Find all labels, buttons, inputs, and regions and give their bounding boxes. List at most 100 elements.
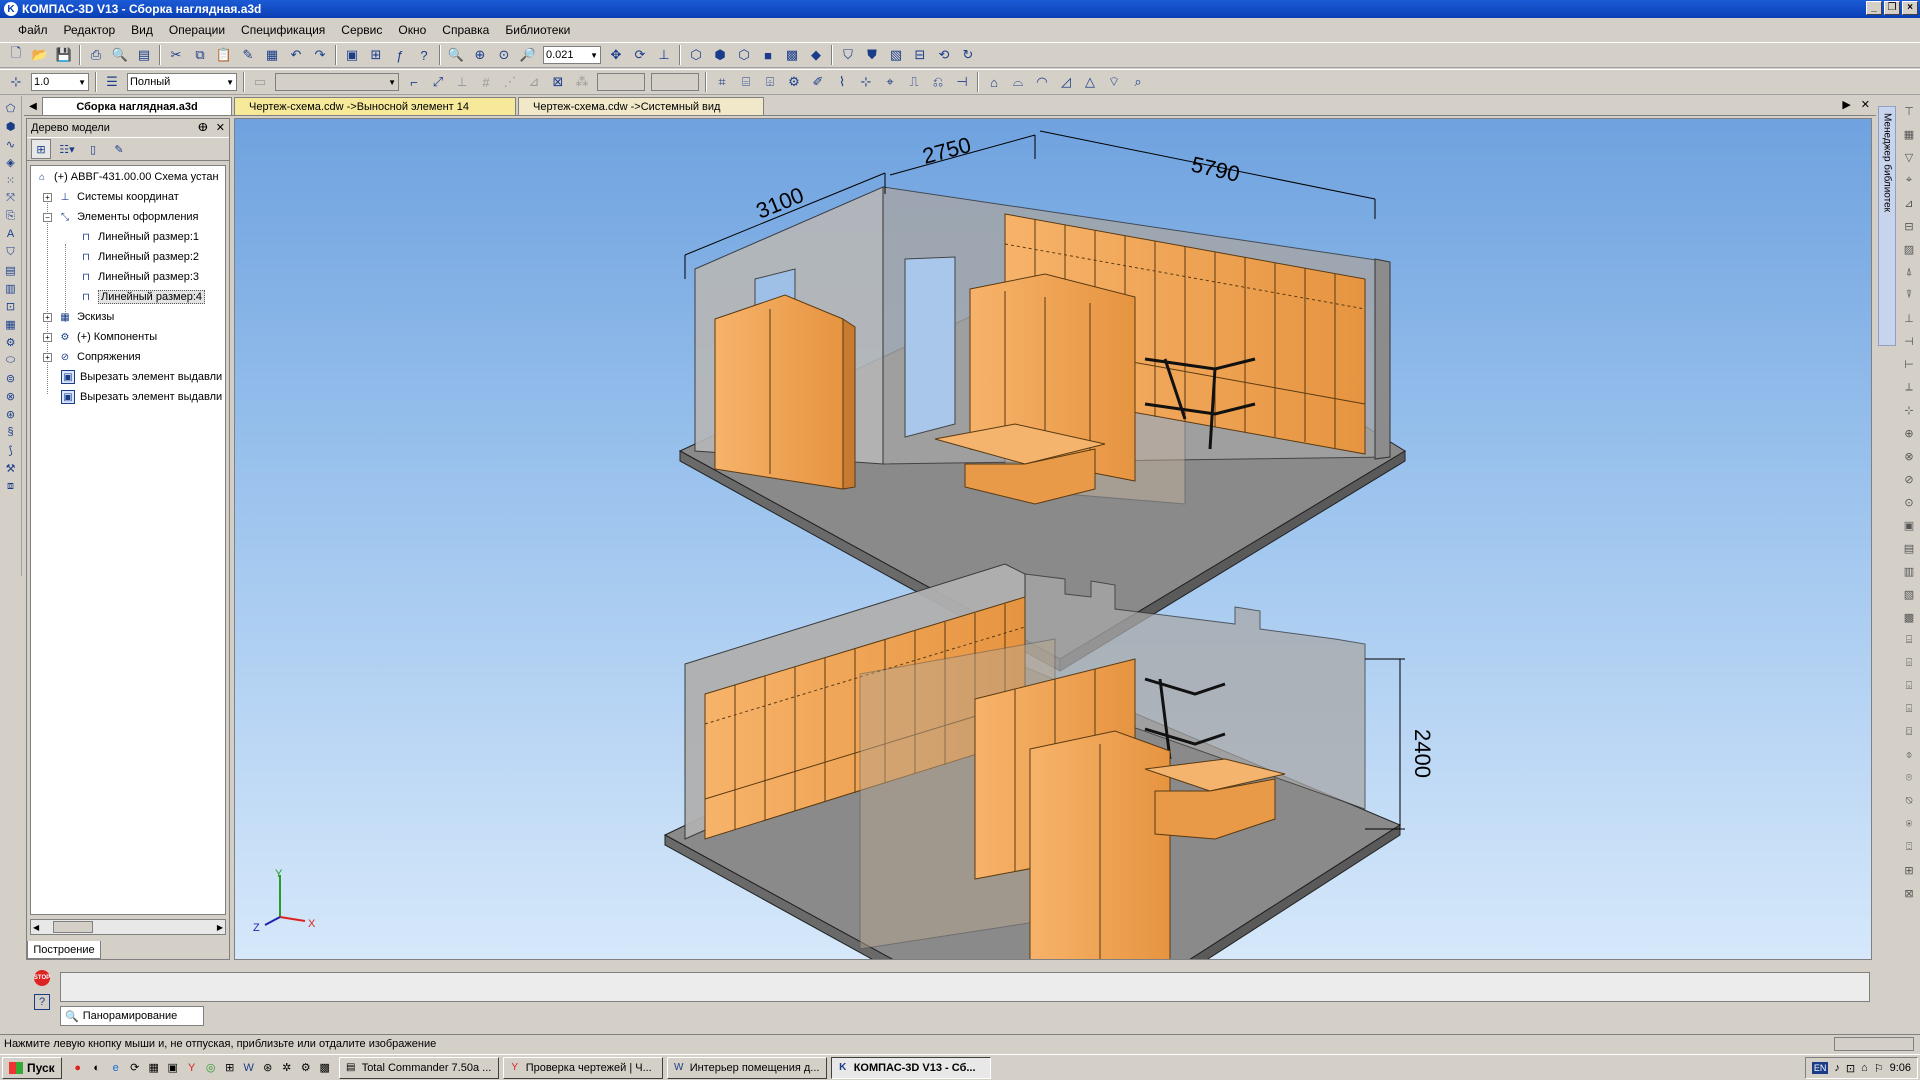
auxiliary-icon[interactable]: ⤧ (2, 190, 20, 206)
rotate-icon[interactable]: ⟳ (629, 44, 651, 66)
yandex-icon[interactable]: Y (184, 1060, 200, 1076)
orientation-icon[interactable]: ⊥ (653, 44, 675, 66)
drawing-tool-10-icon[interactable]: ⎌ (927, 71, 949, 93)
drawing-tool-8-icon[interactable]: ⌖ (879, 71, 901, 93)
right-tool-16-icon[interactable]: ⊗ (1901, 447, 1917, 465)
right-tool-22-icon[interactable]: ▧ (1901, 585, 1917, 603)
menu-window[interactable]: Окно (390, 23, 434, 37)
quick-app-9-icon[interactable]: ⊞ (222, 1060, 238, 1076)
right-tool-17-icon[interactable]: ⊘ (1901, 470, 1917, 488)
surfaces-icon[interactable]: ◈ (2, 154, 20, 170)
assembly-icon[interactable]: ⚙ (2, 334, 20, 350)
right-tool-19-icon[interactable]: ▣ (1901, 516, 1917, 534)
line-style-select[interactable]: Полный ▼ (127, 73, 237, 91)
right-tool-13-icon[interactable]: ⟂ (1901, 378, 1917, 396)
tray-icon-1[interactable]: ♪ (1834, 1062, 1840, 1074)
taskbar-total-commander[interactable]: ▤ Total Commander 7.50a ... (338, 1056, 499, 1079)
sketch-tool-1-icon[interactable]: ⌂ (983, 71, 1005, 93)
language-indicator[interactable]: EN (1811, 1062, 1829, 1074)
tree-item-root[interactable]: ⌂ (+) АВВГ-431.00.00 Схема устан (35, 168, 219, 186)
right-tool-30-icon[interactable]: ⌾ (1901, 769, 1917, 787)
tree-item-mates[interactable]: + ⊘ Сопряжения (43, 348, 141, 366)
expand-plus-icon[interactable]: + (43, 352, 52, 362)
spec-icon[interactable]: ▤ (2, 262, 20, 278)
curves-icon[interactable]: ∿ (2, 136, 20, 152)
annotation-icon[interactable]: A (2, 226, 20, 242)
scroll-left-icon[interactable]: ◀ (33, 923, 39, 932)
quick-app-12-icon[interactable]: ✲ (279, 1060, 295, 1076)
right-tool-8-icon[interactable]: ⍋ (1901, 263, 1917, 281)
tree-item-components[interactable]: + ⚙ (+) Компоненты (43, 328, 157, 346)
select-filter-icon[interactable]: ⛊ (861, 44, 883, 66)
snap-icon[interactable]: ⤢ (427, 71, 449, 93)
right-tool-3-icon[interactable]: ▽ (1901, 148, 1917, 166)
start-button[interactable]: Пуск (2, 1056, 62, 1079)
tree-item-cut-1[interactable]: ▣ Вырезать элемент выдавли (61, 368, 222, 386)
opera-icon[interactable]: ● (70, 1060, 86, 1076)
copy-icon[interactable]: ⧉ (189, 44, 211, 66)
expand-plus-icon[interactable]: + (43, 192, 52, 202)
right-tool-28-icon[interactable]: ⌼ (1901, 723, 1917, 741)
weld-icon[interactable]: ⟆ (2, 442, 20, 458)
hidden-lines-icon[interactable]: ⬢ (709, 44, 731, 66)
right-tool-26-icon[interactable]: ⌺ (1901, 677, 1917, 695)
taskbar-yandex[interactable]: Y Проверка чертежей | Ч... (502, 1056, 663, 1079)
coord-y-field[interactable] (651, 73, 699, 91)
sketch-tool-3-icon[interactable]: ◠ (1031, 71, 1053, 93)
help-icon[interactable]: ? (34, 994, 50, 1010)
right-tool-31-icon[interactable]: ⍉ (1901, 792, 1917, 810)
new-file-icon[interactable]: 🗋 (5, 44, 27, 66)
menu-libraries[interactable]: Библиотеки (497, 23, 578, 37)
close-document-icon[interactable]: ✕ (1861, 98, 1870, 111)
scroll-right-icon[interactable]: ▶ (217, 923, 223, 932)
layers-left-icon[interactable]: ⧈ (2, 478, 20, 494)
drawing-tool-1-icon[interactable]: ⌗ (711, 71, 733, 93)
right-tool-32-icon[interactable]: ⍟ (1901, 815, 1917, 833)
right-tool-11-icon[interactable]: ⊣ (1901, 332, 1917, 350)
zoom-window-icon[interactable]: 🔍 (445, 44, 467, 66)
tree-item-dim-1[interactable]: ⊓ Линейный размер:1 (79, 228, 199, 246)
maximize-button[interactable]: ❐ (1884, 1, 1900, 15)
pin-icon[interactable]: ⴲ (198, 121, 208, 134)
tabs-left-arrow-icon[interactable]: ◀ (24, 97, 42, 115)
tree-edit-icon[interactable]: ✎ (109, 139, 129, 159)
chart-left-icon[interactable]: ▦ (2, 316, 20, 332)
drawing-tool-4-icon[interactable]: ⚙ (783, 71, 805, 93)
close-panel-icon[interactable]: ✕ (216, 121, 225, 134)
tray-icon-4[interactable]: ⚐ (1874, 1062, 1884, 1075)
drawing-tool-2-icon[interactable]: ⌸ (735, 71, 757, 93)
rebuild-icon[interactable]: ⟲ (933, 44, 955, 66)
snap-toggle-icon[interactable]: ⊠ (547, 71, 569, 93)
chrome-icon[interactable]: ◎ (203, 1060, 219, 1076)
right-tool-15-icon[interactable]: ⊕ (1901, 424, 1917, 442)
filter-left-icon[interactable]: ⛉ (2, 244, 20, 260)
right-tool-14-icon[interactable]: ⊹ (1901, 401, 1917, 419)
right-tool-25-icon[interactable]: ⌹ (1901, 654, 1917, 672)
right-tool-1-icon[interactable]: ⊤ (1901, 102, 1917, 120)
quick-app-4-icon[interactable]: ⟳ (127, 1060, 143, 1076)
quick-app-2-icon[interactable]: ◐ (89, 1060, 105, 1076)
menu-file[interactable]: Файл (10, 23, 56, 37)
right-tool-7-icon[interactable]: ▨ (1901, 240, 1917, 258)
zoom-all-icon[interactable]: ⊙ (493, 44, 515, 66)
tab-drawing-system[interactable]: Чертеж-схема.cdw ->Системный вид (518, 97, 764, 115)
perspective-icon[interactable]: ◆ (805, 44, 827, 66)
right-tool-33-icon[interactable]: ⍠ (1901, 838, 1917, 856)
quick-app-13-icon[interactable]: ⚙ (298, 1060, 314, 1076)
quick-app-6-icon[interactable]: ▣ (165, 1060, 181, 1076)
tree-item-coord-systems[interactable]: + ⊥ Системы координат (43, 188, 179, 206)
ie-icon[interactable]: e (108, 1060, 124, 1076)
right-tool-9-icon[interactable]: ⍒ (1901, 286, 1917, 304)
geometry-icon[interactable]: ⬠ (2, 100, 20, 116)
ortho-icon[interactable]: ⟂ (451, 71, 473, 93)
variables-icon[interactable]: ⊞ (365, 44, 387, 66)
stop-icon[interactable]: STOP (34, 970, 50, 986)
sheet-metal-icon[interactable]: ⬭ (2, 352, 20, 368)
round-icon[interactable]: ⁂ (571, 71, 593, 93)
drawing-tool-3-icon[interactable]: ⌹ (759, 71, 781, 93)
paste-icon[interactable]: 📋 (213, 44, 235, 66)
right-tool-18-icon[interactable]: ⊙ (1901, 493, 1917, 511)
minimize-button[interactable]: _ (1866, 1, 1882, 15)
manager-icon[interactable]: ▣ (341, 44, 363, 66)
measure-icon[interactable]: ⊟ (909, 44, 931, 66)
